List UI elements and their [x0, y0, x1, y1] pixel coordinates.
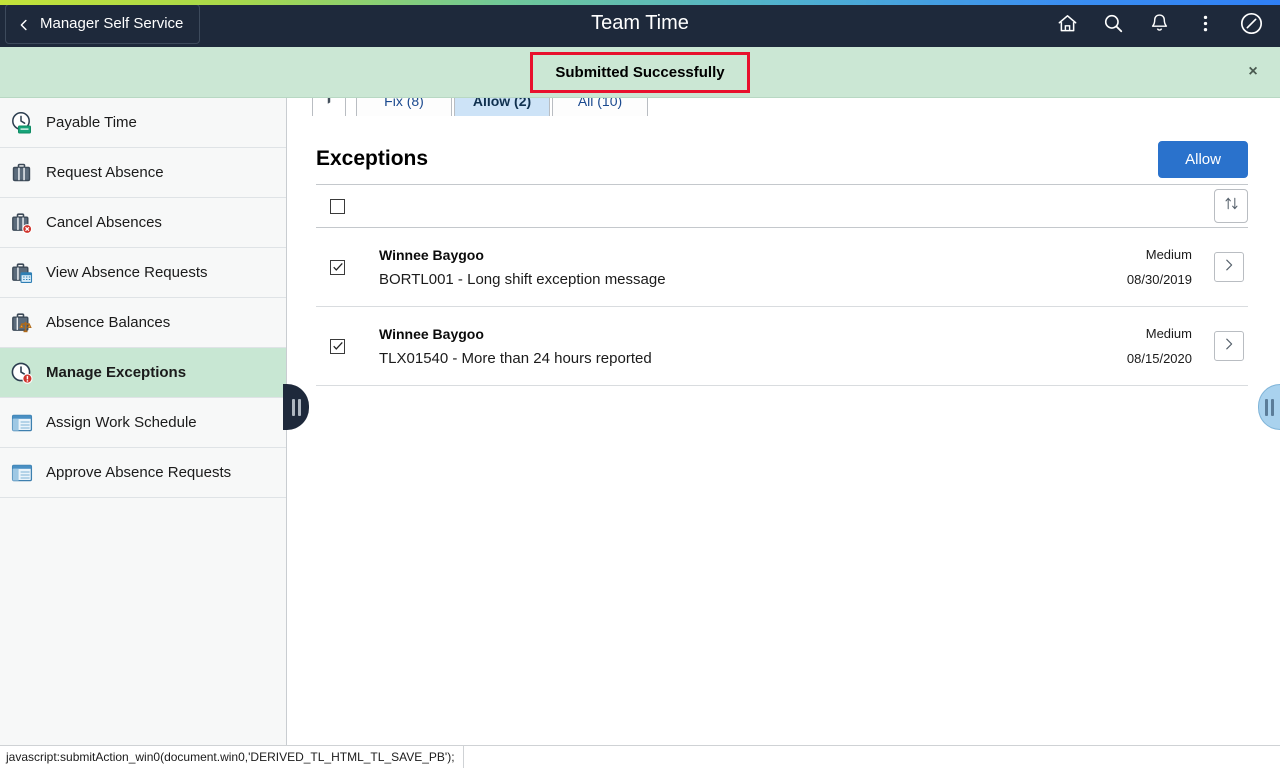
sidebar-item-label: View Absence Requests [46, 264, 208, 281]
select-all-checkbox[interactable] [330, 198, 345, 214]
sidebar-item-label: Payable Time [46, 114, 137, 131]
sidebar-navigation: Payable Time Request Absence Cancel Abse… [0, 98, 287, 745]
row-meta: Medium 08/30/2019 [1127, 247, 1192, 287]
exception-tabs: Fix (8) Allow (2) All (10) [288, 98, 1280, 116]
filter-button[interactable] [312, 98, 346, 116]
sidebar-item-label: Request Absence [46, 164, 164, 181]
back-button-label: Manager Self Service [40, 15, 184, 32]
sort-button[interactable] [1214, 189, 1248, 223]
briefcase-cancel-icon [10, 211, 34, 235]
sidebar-item-label: Approve Absence Requests [46, 464, 232, 481]
sidebar-item-label: Absence Balances [46, 314, 171, 331]
sidebar-item-absence-balances[interactable]: Absence Balances [0, 298, 286, 348]
list-header-row [316, 184, 1248, 228]
sidebar-item-view-absence-requests[interactable]: View Absence Requests [0, 248, 286, 298]
row-content: Winnee Baygoo BORTL001 - Long shift exce… [379, 247, 1127, 288]
window-schedule-icon [10, 461, 34, 485]
exception-description: BORTL001 - Long shift exception message [379, 270, 666, 288]
row-content: Winnee Baygoo TLX01540 - More than 24 ho… [379, 326, 1127, 367]
header-actions [1046, 0, 1272, 47]
table-row[interactable]: Winnee Baygoo BORTL001 - Long shift exce… [316, 228, 1248, 307]
pause-bars-handle-icon [291, 398, 301, 416]
sidebar-item-label: Assign Work Schedule [46, 414, 197, 431]
exception-date: 08/15/2020 [1126, 351, 1192, 366]
sidebar-item-cancel-absences[interactable]: Cancel Absences [0, 198, 286, 248]
employee-name: Winnee Baygoo [379, 246, 484, 263]
sidebar-item-approve-absence-requests[interactable]: Approve Absence Requests [0, 448, 286, 498]
app-header: Manager Self Service Team Time [0, 0, 1280, 47]
page-header: Exceptions Allow [316, 132, 1248, 186]
row-checkbox[interactable] [330, 338, 345, 354]
home-icon[interactable] [1046, 3, 1088, 45]
pause-bars-handle-icon [1265, 398, 1274, 416]
sidebar-item-manage-exceptions[interactable]: Manage Exceptions [0, 348, 286, 398]
main-content: Fix (8) Allow (2) All (10) Exceptions Al… [288, 98, 1280, 745]
close-icon[interactable]: × [1240, 59, 1266, 85]
chevron-right-icon [1222, 258, 1236, 277]
filter-funnel-icon [322, 98, 336, 110]
table-row[interactable]: Winnee Baygoo TLX01540 - More than 24 ho… [316, 307, 1248, 386]
sidebar-item-request-absence[interactable]: Request Absence [0, 148, 286, 198]
briefcase-balance-icon [10, 311, 34, 335]
briefcase-calendar-icon [10, 261, 34, 285]
row-detail-button[interactable] [1214, 331, 1244, 361]
exceptions-list: Winnee Baygoo BORTL001 - Long shift exce… [316, 184, 1248, 386]
tab-allow[interactable]: Allow (2) [454, 98, 550, 116]
tab-fix[interactable]: Fix (8) [356, 98, 452, 116]
back-button[interactable]: Manager Self Service [5, 3, 201, 44]
navbar-compass-icon[interactable] [1230, 3, 1272, 45]
status-message: Submitted Successfully [530, 51, 750, 93]
clock-payable-time-icon [10, 111, 34, 135]
briefcase-icon [10, 161, 34, 185]
employee-name: Winnee Baygoo [379, 325, 484, 342]
application-window: Payable Time Request Absence Cancel Abse… [0, 0, 1280, 768]
row-meta: Medium 08/15/2020 [1127, 326, 1192, 366]
severity-value: Medium [1145, 247, 1192, 262]
chevron-left-icon [18, 18, 30, 30]
notifications-bell-icon[interactable] [1138, 3, 1180, 45]
sidebar-item-label: Manage Exceptions [46, 364, 187, 381]
window-schedule-icon [10, 411, 34, 435]
allow-button[interactable]: Allow [1158, 140, 1248, 178]
sort-up-down-icon [1223, 195, 1240, 217]
row-detail-button[interactable] [1214, 252, 1244, 282]
chevron-right-icon [1222, 337, 1236, 356]
tab-all[interactable]: All (10) [552, 98, 648, 116]
exception-date: 08/30/2019 [1126, 272, 1192, 287]
sidebar-item-assign-work-schedule[interactable]: Assign Work Schedule [0, 398, 286, 448]
sidebar-item-payable-time[interactable]: Payable Time [0, 98, 286, 148]
page-title: Exceptions [316, 147, 429, 170]
exception-description: TLX01540 - More than 24 hours reported [379, 349, 652, 367]
loading-progress-bar [0, 0, 1280, 5]
message-bar: Submitted Successfully × [0, 47, 1280, 98]
browser-status-bar: javascript:submitAction_win0(document.wi… [0, 745, 1280, 768]
sidebar-item-label: Cancel Absences [46, 214, 162, 231]
actions-kebab-icon[interactable] [1184, 3, 1226, 45]
clock-alert-icon [10, 361, 34, 385]
severity-value: Medium [1145, 326, 1192, 341]
search-icon[interactable] [1092, 3, 1134, 45]
status-bar-text: javascript:submitAction_win0(document.wi… [0, 745, 464, 768]
row-checkbox[interactable] [330, 259, 345, 275]
